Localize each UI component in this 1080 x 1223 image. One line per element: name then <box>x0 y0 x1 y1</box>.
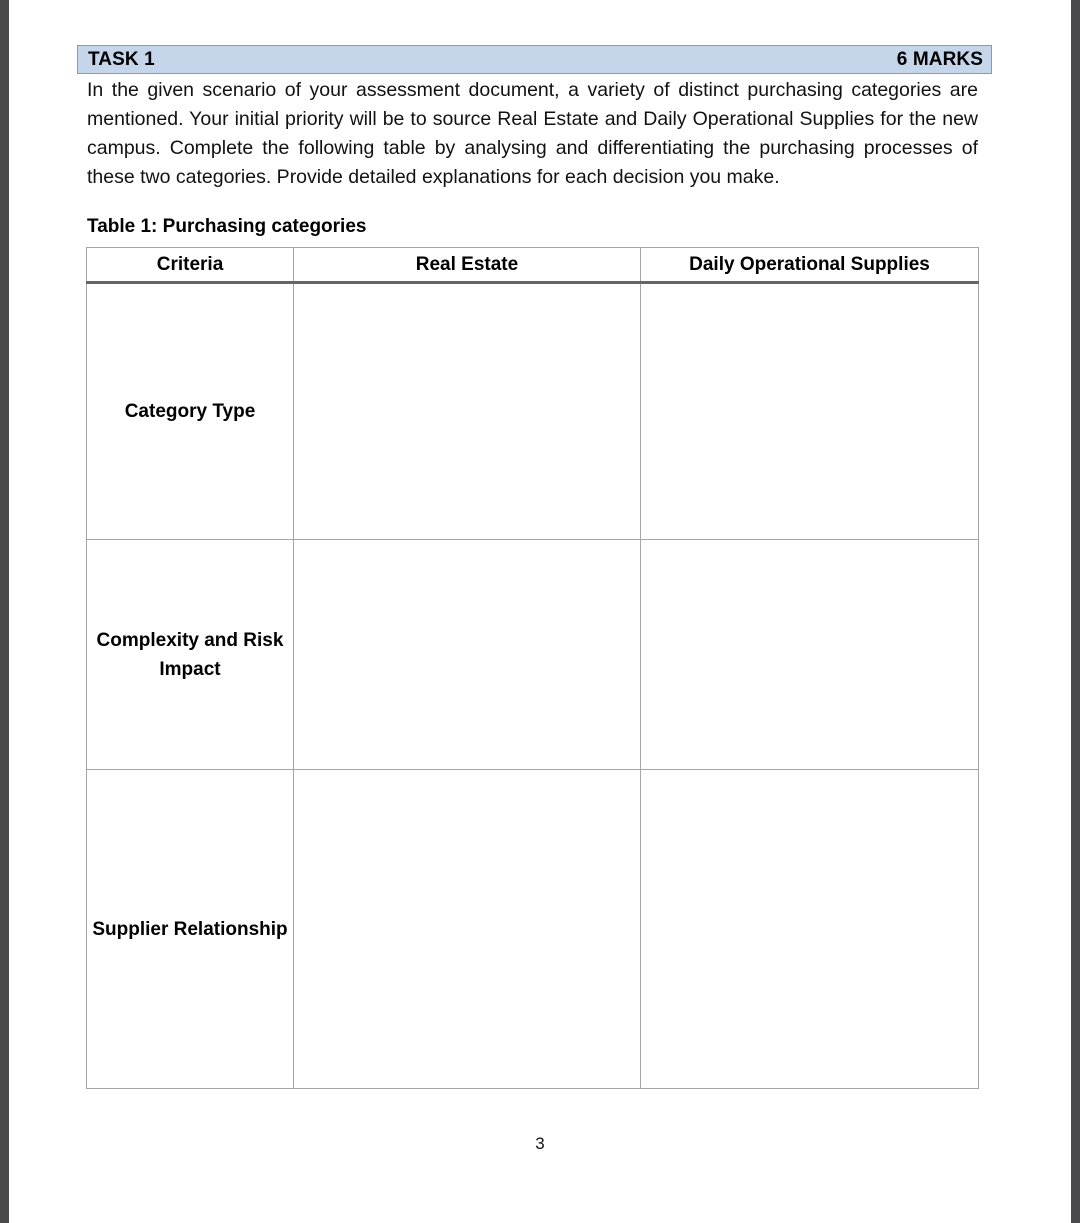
viewer-left-edge <box>0 0 9 1223</box>
row-label-complexity-and-risk-impact: Complexity and Risk Impact <box>86 539 294 770</box>
answer-cell-category-type-daily-supplies[interactable] <box>640 282 979 540</box>
answer-cell-category-type-real-estate[interactable] <box>293 282 641 540</box>
purchasing-categories-table: Criteria Real Estate Daily Operational S… <box>86 247 979 1089</box>
viewer-right-edge <box>1071 0 1080 1223</box>
task-instructions-paragraph: In the given scenario of your assessment… <box>87 79 978 188</box>
table-header: Criteria Real Estate Daily Operational S… <box>86 247 979 284</box>
table-row: Complexity and Risk Impact <box>86 539 979 770</box>
page-content: TASK 1 6 MARKS In the given scenario of … <box>77 45 992 1089</box>
task-marks: 6 MARKS <box>896 49 983 70</box>
answer-cell-complexity-daily-supplies[interactable] <box>640 539 979 770</box>
task-label: TASK 1 <box>88 49 155 70</box>
answer-cell-supplier-relationship-real-estate[interactable] <box>293 769 641 1089</box>
task-banner: TASK 1 6 MARKS <box>77 45 992 74</box>
table-row: Category Type <box>86 282 979 540</box>
table-row: Supplier Relationship <box>86 769 979 1089</box>
row-label-supplier-relationship: Supplier Relationship <box>86 769 294 1089</box>
column-header-real-estate: Real Estate <box>293 247 641 284</box>
answer-cell-supplier-relationship-daily-supplies[interactable] <box>640 769 979 1089</box>
document-page: TASK 1 6 MARKS In the given scenario of … <box>9 0 1071 1223</box>
answer-cell-complexity-real-estate[interactable] <box>293 539 641 770</box>
table-caption: Table 1: Purchasing categories <box>87 216 367 237</box>
row-label-category-type: Category Type <box>86 282 294 540</box>
table-body: Category Type Complexity and Risk Impact… <box>86 282 979 1089</box>
table-header-row: Criteria Real Estate Daily Operational S… <box>86 247 979 284</box>
column-header-daily-operational-supplies: Daily Operational Supplies <box>640 247 979 284</box>
column-header-criteria: Criteria <box>86 247 294 284</box>
page-number: 3 <box>535 1134 545 1153</box>
